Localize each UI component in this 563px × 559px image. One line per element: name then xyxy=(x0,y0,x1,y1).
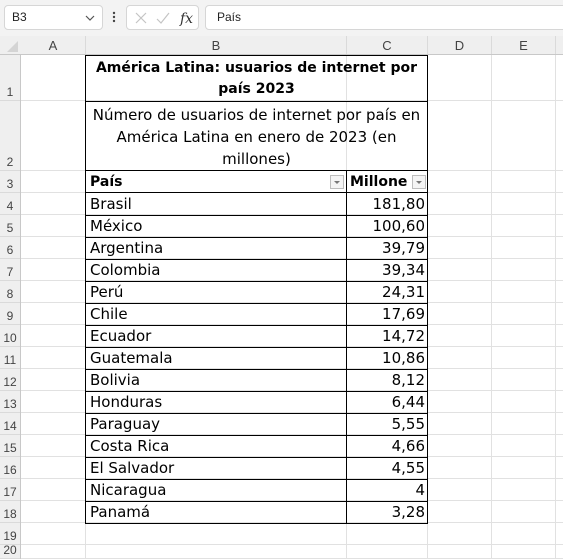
cancel-icon[interactable] xyxy=(133,10,149,31)
cell-country[interactable]: Panamá xyxy=(85,501,347,524)
cell-millions[interactable]: 3,28 xyxy=(346,501,428,524)
row-header[interactable]: 20 xyxy=(0,543,20,559)
select-all-button[interactable] xyxy=(0,36,21,55)
chevron-down-icon[interactable] xyxy=(84,6,96,29)
column-header-c[interactable]: C xyxy=(347,36,428,54)
cell-country[interactable]: El Salvador xyxy=(85,457,347,480)
formula-input[interactable]: País xyxy=(205,5,563,30)
row-header[interactable]: 1 xyxy=(0,55,20,101)
cell-millions[interactable]: 100,60 xyxy=(346,215,428,238)
enter-check-icon[interactable] xyxy=(155,10,171,31)
header-millions[interactable]: Millone xyxy=(346,171,428,193)
row-header[interactable]: 6 xyxy=(0,237,20,259)
cell-millions[interactable]: 181,80 xyxy=(346,193,428,216)
table-subtitle[interactable]: Número de usuarios de internet por país … xyxy=(85,101,428,171)
cell-country[interactable]: Bolivia xyxy=(85,369,347,392)
cell-country[interactable]: Argentina xyxy=(85,237,347,260)
cell-millions[interactable]: 4,55 xyxy=(346,457,428,480)
row-header[interactable]: 17 xyxy=(0,479,20,501)
gridline xyxy=(555,55,556,559)
row-header[interactable]: 11 xyxy=(0,347,20,369)
formula-buttons: fx xyxy=(126,5,199,30)
cell-country[interactable]: Colombia xyxy=(85,259,347,282)
more-vertical-icon[interactable] xyxy=(112,10,116,24)
row-header[interactable]: 18 xyxy=(0,501,20,523)
row-header[interactable]: 7 xyxy=(0,259,20,281)
cell-country[interactable]: México xyxy=(85,215,347,238)
cell-country[interactable]: Ecuador xyxy=(85,325,347,348)
name-box-value: B3 xyxy=(12,10,27,24)
cell-millions[interactable]: 8,12 xyxy=(346,369,428,392)
row-header[interactable]: 9 xyxy=(0,303,20,325)
row-header[interactable]: 16 xyxy=(0,457,20,479)
cell-millions[interactable]: 10,86 xyxy=(346,347,428,370)
cell-country[interactable]: Guatemala xyxy=(85,347,347,370)
cell-country[interactable]: Nicaragua xyxy=(85,479,347,502)
insert-function-icon[interactable]: fx xyxy=(179,8,197,33)
row-header[interactable]: 12 xyxy=(0,369,20,391)
row-header[interactable]: 10 xyxy=(0,325,20,347)
cell-country[interactable]: Honduras xyxy=(85,391,347,414)
row-header[interactable]: 14 xyxy=(0,413,20,435)
row-header[interactable]: 13 xyxy=(0,391,20,413)
column-header-e[interactable]: E xyxy=(492,36,556,54)
cell-millions[interactable]: 39,79 xyxy=(346,237,428,260)
filter-dropdown-icon[interactable] xyxy=(330,175,344,189)
column-header-b[interactable]: B xyxy=(86,36,347,54)
cell-millions[interactable]: 4 xyxy=(346,479,428,502)
row-header[interactable]: 8 xyxy=(0,281,20,303)
table-title[interactable]: América Latina: usuarios de internet por… xyxy=(85,55,428,102)
name-box[interactable]: B3 xyxy=(4,5,103,30)
gridline xyxy=(491,55,492,559)
cell-country[interactable]: Brasil xyxy=(85,193,347,216)
row-header[interactable]: 15 xyxy=(0,435,20,457)
filter-dropdown-icon[interactable] xyxy=(412,175,426,189)
cell-country[interactable]: Perú xyxy=(85,281,347,304)
header-country-label: País xyxy=(90,174,123,190)
cell-millions[interactable]: 24,31 xyxy=(346,281,428,304)
cell-millions[interactable]: 4,66 xyxy=(346,435,428,458)
cell-millions[interactable]: 39,34 xyxy=(346,259,428,282)
header-country[interactable]: País xyxy=(85,171,347,193)
row-header[interactable]: 3 xyxy=(0,171,20,193)
row-header[interactable]: 4 xyxy=(0,193,20,215)
cell-millions[interactable]: 5,55 xyxy=(346,413,428,436)
cell-country[interactable]: Chile xyxy=(85,303,347,326)
row-header[interactable]: 2 xyxy=(0,101,20,171)
column-header-d[interactable]: D xyxy=(428,36,492,54)
gridline xyxy=(21,544,563,545)
cell-country[interactable]: Paraguay xyxy=(85,413,347,436)
cell-millions[interactable]: 17,69 xyxy=(346,303,428,326)
cell-millions[interactable]: 14,72 xyxy=(346,325,428,348)
column-header-a[interactable]: A xyxy=(21,36,86,54)
svg-text:fx: fx xyxy=(179,11,193,27)
row-header[interactable]: 19 xyxy=(0,523,20,545)
row-header[interactable]: 5 xyxy=(0,215,20,237)
header-millions-label: Millone xyxy=(350,174,408,190)
cell-country[interactable]: Costa Rica xyxy=(85,435,347,458)
cell-millions[interactable]: 6,44 xyxy=(346,391,428,414)
